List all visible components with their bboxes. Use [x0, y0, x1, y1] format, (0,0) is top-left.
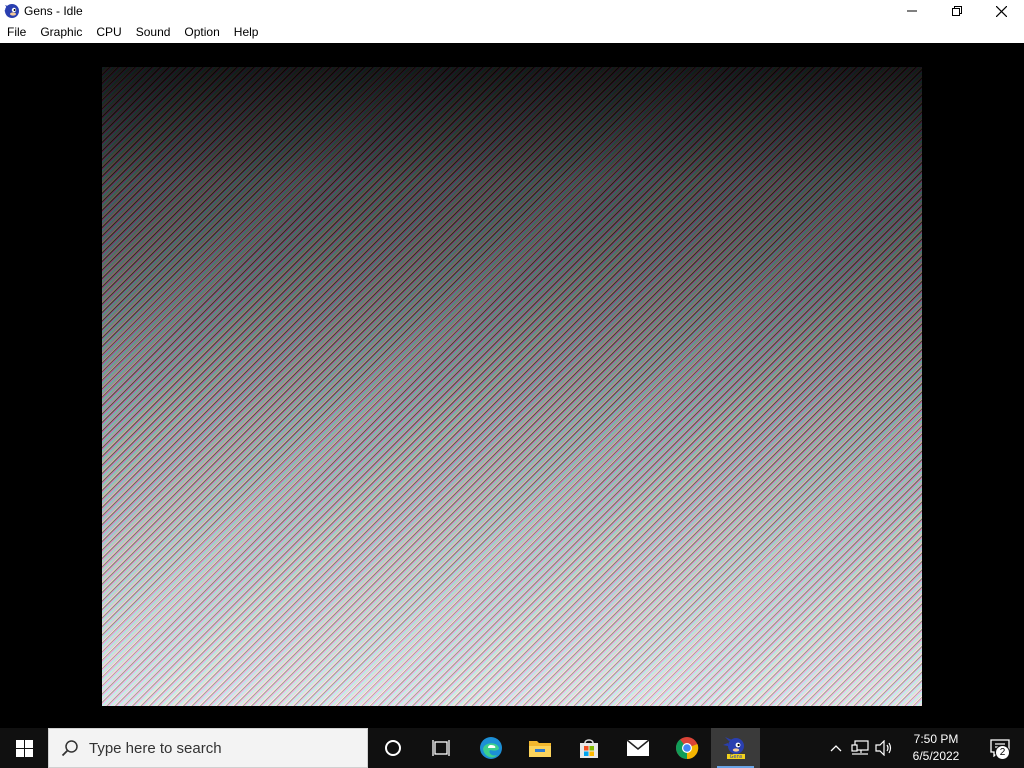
- close-button[interactable]: [979, 0, 1024, 22]
- emulator-client-area: [0, 43, 1024, 728]
- menu-cpu[interactable]: CPU: [89, 22, 128, 43]
- task-view-icon: [431, 740, 450, 756]
- network-icon: [851, 740, 869, 755]
- chevron-up-icon: [830, 745, 842, 752]
- notification-count-badge: 2: [995, 745, 1010, 760]
- volume-icon: [875, 740, 892, 756]
- game-screen[interactable]: [102, 67, 922, 706]
- search-box[interactable]: Type here to search: [48, 728, 368, 768]
- restore-icon: [951, 6, 962, 16]
- minimize-button[interactable]: [889, 0, 934, 22]
- edge-button[interactable]: [466, 728, 515, 768]
- network-button[interactable]: [848, 728, 872, 768]
- cortana-icon: [384, 740, 401, 756]
- window-title: Gens - Idle: [24, 4, 83, 18]
- close-icon: [996, 5, 1007, 17]
- menu-option[interactable]: Option: [177, 22, 226, 43]
- title-bar[interactable]: Gens - Idle: [0, 0, 1024, 22]
- chrome-button[interactable]: [662, 728, 711, 768]
- menu-help[interactable]: Help: [227, 22, 266, 43]
- show-hidden-icons-button[interactable]: [824, 728, 848, 768]
- action-center-button[interactable]: 2: [976, 728, 1024, 768]
- menu-graphic[interactable]: Graphic: [33, 22, 89, 43]
- svg-text:Gens: Gens: [729, 754, 742, 760]
- file-explorer-button[interactable]: [515, 728, 564, 768]
- microsoft-store-button[interactable]: [564, 728, 613, 768]
- file-explorer-icon: [528, 741, 551, 757]
- menu-bar: File Graphic CPU Sound Option Help: [0, 22, 1024, 43]
- windows-logo-icon: [15, 739, 33, 757]
- edge-icon: [479, 737, 502, 759]
- gens-icon: Gens: [722, 737, 745, 760]
- minimize-icon: [906, 10, 917, 12]
- restore-button[interactable]: [934, 0, 979, 22]
- search-icon: [61, 739, 79, 757]
- chrome-icon: [675, 737, 698, 760]
- menu-file[interactable]: File: [0, 22, 33, 43]
- volume-button[interactable]: [872, 728, 896, 768]
- menu-sound[interactable]: Sound: [129, 22, 178, 43]
- clock[interactable]: 7:50 PM 6/5/2022: [896, 728, 976, 768]
- clock-time: 7:50 PM: [913, 732, 959, 746]
- start-button[interactable]: [0, 728, 48, 768]
- microsoft-store-icon: [579, 739, 598, 758]
- task-view-button[interactable]: [417, 728, 466, 768]
- window-controls: [889, 0, 1024, 22]
- system-tray: 7:50 PM 6/5/2022 2: [824, 728, 1024, 768]
- gens-sonic-icon: [4, 3, 20, 19]
- gens-taskbar-button[interactable]: Gens: [711, 728, 760, 768]
- search-placeholder: Type here to search: [89, 739, 222, 757]
- cortana-button[interactable]: [368, 728, 417, 768]
- mail-button[interactable]: [613, 728, 662, 768]
- taskbar: Type here to search Gens 7:50 PM 6/5/202…: [0, 728, 1024, 768]
- mail-icon: [626, 739, 649, 756]
- gens-window: Gens - Idle File Graphic CPU Sound Optio…: [0, 0, 1024, 728]
- clock-date: 6/5/2022: [912, 749, 960, 763]
